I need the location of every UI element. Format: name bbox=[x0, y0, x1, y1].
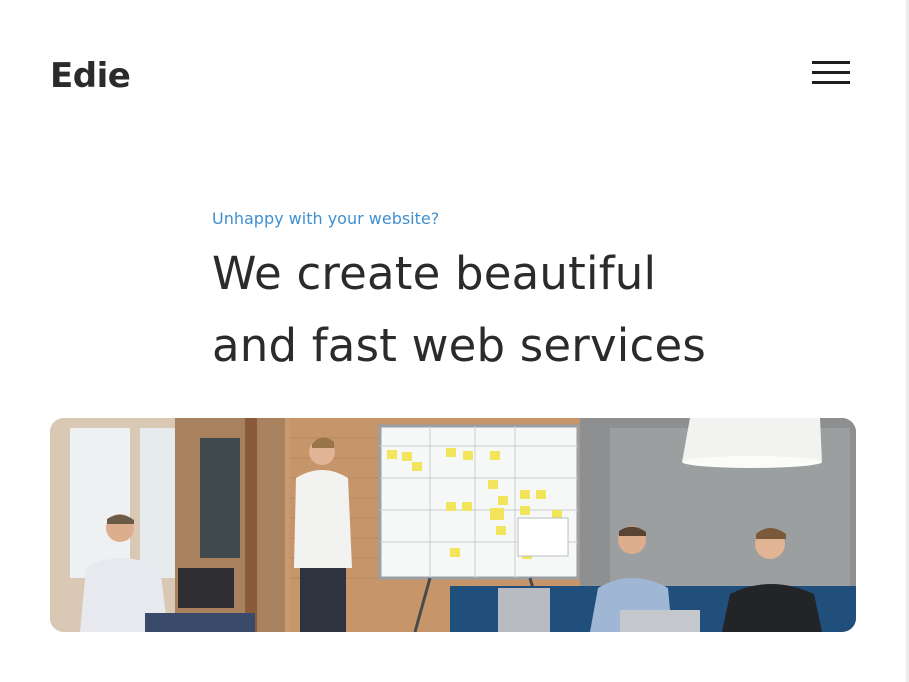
hamburger-menu-icon[interactable] bbox=[808, 58, 852, 88]
menu-line bbox=[812, 71, 850, 74]
menu-line bbox=[812, 61, 850, 64]
hero-eyebrow: Unhappy with your website? bbox=[212, 209, 440, 228]
hero-team-photo bbox=[50, 418, 856, 632]
page: Edie Unhappy with your website? We creat… bbox=[0, 0, 909, 682]
headline-line-2: and fast web services bbox=[212, 319, 706, 372]
site-logo[interactable]: Edie bbox=[50, 55, 131, 97]
hero-section: Unhappy with your website? We create bea… bbox=[212, 206, 832, 382]
menu-line bbox=[812, 81, 850, 84]
headline-line-1: We create beautiful bbox=[212, 247, 657, 300]
hero-headline: We create beautiful and fast web service… bbox=[212, 238, 832, 382]
